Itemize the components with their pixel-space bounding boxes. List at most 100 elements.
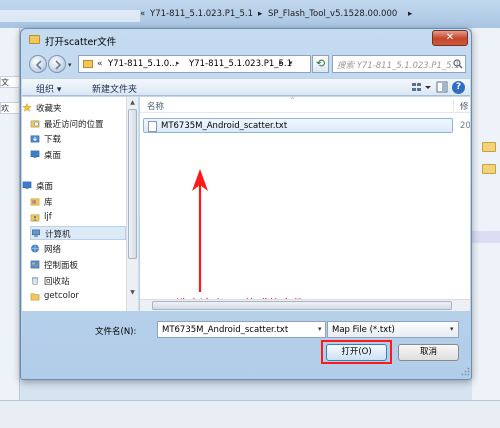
open-scatter-dialog: 打开scatter文件 ✕ ▾ « Y71-811_5.1.0... ▸ Y71… bbox=[20, 28, 472, 380]
horizontal-scroll-thumb[interactable] bbox=[152, 301, 452, 310]
forward-button[interactable] bbox=[48, 55, 66, 73]
nav-item-computer[interactable]: 计算机 bbox=[30, 226, 126, 240]
address-bar[interactable]: « Y71-811_5.1.0... ▸ Y71-811_5.1.023.P1_… bbox=[78, 55, 311, 73]
nav-item-label: 桌面 bbox=[36, 182, 54, 192]
folder-icon bbox=[30, 293, 40, 301]
nav-item-desktop-favorite[interactable]: 桌面 bbox=[30, 148, 134, 162]
cancel-button[interactable]: 取消 bbox=[398, 344, 459, 361]
nav-item-favorites[interactable]: 收藏夹 bbox=[22, 101, 126, 115]
file-list: ^ 名称 修 MT6735M_Android_scatter.txt 20 选中… bbox=[140, 97, 470, 311]
nav-item-network[interactable]: 网络 bbox=[30, 242, 134, 256]
refresh-button[interactable]: ⟲ bbox=[312, 55, 329, 73]
column-divider[interactable] bbox=[453, 99, 454, 112]
background-status-area bbox=[0, 400, 500, 428]
background-tab-1[interactable]: 文 bbox=[0, 76, 20, 88]
new-folder-button[interactable]: 新建文件夹 bbox=[92, 82, 137, 95]
dialog-title: 打开scatter文件 bbox=[45, 37, 117, 48]
control-panel-icon bbox=[30, 260, 40, 269]
address-segment-1[interactable]: Y71-811_5.1.0... bbox=[108, 59, 177, 69]
back-button[interactable] bbox=[29, 55, 47, 73]
background-path-chevron: « bbox=[140, 9, 146, 19]
navigation-pane: 收藏夹 最近访问的位置 下载 桌面 桌面 库 ljf 计算机 网络 控制面板 回… bbox=[22, 97, 139, 311]
nav-item-label: getcolor bbox=[44, 291, 79, 301]
nav-item-downloads[interactable]: 下载 bbox=[30, 132, 134, 146]
network-icon bbox=[31, 244, 39, 253]
nav-item-label: 桌面 bbox=[44, 151, 62, 161]
nav-item-label: 最近访问的位置 bbox=[44, 120, 104, 130]
search-input[interactable]: 搜索 Y71-811_5.1.023.P1_5.1 bbox=[332, 55, 466, 73]
nav-pane-scrollbar[interactable]: ▲ ▼ bbox=[126, 97, 138, 311]
nav-item-label: ljf bbox=[44, 212, 52, 222]
help-button[interactable]: ? bbox=[452, 81, 465, 94]
filetype-select[interactable]: Map File (*.txt) ▾ bbox=[327, 321, 459, 338]
search-icon[interactable] bbox=[453, 59, 463, 69]
address-segment-2[interactable]: Y71-811_5.1.023.P1_5.1 bbox=[189, 59, 292, 69]
nav-item-user-ljf[interactable]: ljf bbox=[30, 211, 134, 225]
address-separator-1[interactable]: ▸ bbox=[176, 59, 180, 67]
file-list-horizontal-scrollbar[interactable] bbox=[140, 299, 470, 311]
column-header-name[interactable]: 名称 bbox=[147, 100, 164, 112]
background-selection-band bbox=[472, 231, 500, 243]
open-button[interactable]: 打开(O) bbox=[326, 344, 387, 361]
search-placeholder: 搜索 Y71-811_5.1.023.P1_5.1 bbox=[337, 61, 460, 71]
background-path-arrow-2: ▸ bbox=[408, 9, 413, 19]
column-header-modified[interactable]: 修 bbox=[460, 100, 469, 112]
nav-item-desktop[interactable]: 桌面 bbox=[22, 179, 126, 193]
address-overflow-chevron[interactable]: « bbox=[97, 59, 103, 69]
filename-input[interactable]: MT6735M_Android_scatter.txt bbox=[157, 321, 326, 338]
preview-pane-icon[interactable] bbox=[436, 81, 448, 94]
nav-item-label: 计算机 bbox=[45, 230, 71, 240]
nav-item-recycle-bin[interactable]: 回收站 bbox=[30, 274, 134, 288]
file-list-header: ^ 名称 修 bbox=[140, 97, 470, 113]
computer-icon bbox=[32, 229, 40, 238]
background-path-arrow-1: ▸ bbox=[258, 9, 263, 19]
filename-value: MT6735M_Android_scatter.txt bbox=[162, 325, 289, 335]
folder-icon bbox=[482, 164, 496, 174]
arrow-right-icon bbox=[55, 60, 62, 70]
nav-item-label: 下载 bbox=[44, 135, 62, 145]
scroll-up-icon[interactable]: ▲ bbox=[127, 97, 138, 108]
background-left-panel: 文 欢 bbox=[0, 28, 20, 428]
organize-button[interactable]: 组织 ▾ bbox=[36, 82, 61, 95]
nav-pane-scroll-thumb[interactable] bbox=[128, 109, 137, 259]
resize-grip-icon[interactable] bbox=[461, 367, 470, 376]
star-icon bbox=[22, 103, 32, 112]
filetype-value: Map File (*.txt) bbox=[332, 325, 395, 335]
nav-item-label: 收藏夹 bbox=[36, 104, 62, 114]
text-file-icon bbox=[148, 121, 157, 132]
address-separator-2[interactable]: ▸ bbox=[279, 59, 283, 67]
nav-item-getcolor[interactable]: getcolor bbox=[30, 290, 134, 304]
dialog-folder-icon bbox=[29, 35, 40, 44]
filename-history-dropdown-icon[interactable]: ▾ bbox=[318, 325, 322, 333]
file-modified-date: 20 bbox=[460, 121, 470, 131]
download-icon bbox=[30, 135, 40, 143]
background-path-segment-2[interactable]: SP_Flash_Tool_v5.1528.00.000 bbox=[268, 9, 397, 19]
sort-ascending-icon: ^ bbox=[290, 97, 296, 104]
nav-item-label: 库 bbox=[44, 198, 53, 208]
desktop-icon bbox=[22, 181, 32, 190]
desktop-icon bbox=[30, 150, 40, 159]
nav-item-recent-places[interactable]: 最近访问的位置 bbox=[30, 117, 134, 131]
nav-item-label: 回收站 bbox=[44, 277, 70, 287]
recent-places-icon bbox=[30, 120, 40, 128]
folder-icon bbox=[83, 60, 93, 68]
file-row-scatter[interactable]: MT6735M_Android_scatter.txt bbox=[143, 118, 453, 133]
file-name: MT6735M_Android_scatter.txt bbox=[161, 121, 288, 131]
view-options-icon[interactable] bbox=[409, 81, 433, 94]
annotation-arrow-icon bbox=[192, 169, 208, 292]
close-button[interactable]: ✕ bbox=[432, 30, 468, 46]
chevron-down-icon: ▾ bbox=[450, 325, 454, 333]
history-dropdown-icon[interactable]: ▾ bbox=[68, 61, 72, 69]
nav-item-library[interactable]: 库 bbox=[30, 195, 134, 209]
folder-icon bbox=[482, 142, 496, 152]
scroll-down-icon[interactable]: ▼ bbox=[127, 287, 138, 298]
recycle-bin-icon bbox=[31, 277, 39, 285]
address-dropdown-icon[interactable]: ▾ bbox=[289, 59, 293, 67]
nav-item-control-panel[interactable]: 控制面板 bbox=[30, 258, 134, 272]
background-path-segment-1[interactable]: Y71-811_5.1.023.P1_5.1 bbox=[150, 9, 253, 19]
filename-label: 文件名(N): bbox=[95, 327, 137, 337]
arrow-left-icon bbox=[35, 60, 42, 70]
background-tab-2[interactable]: 欢 bbox=[0, 102, 20, 114]
background-right-panel bbox=[472, 28, 500, 428]
nav-item-label: 控制面板 bbox=[44, 261, 79, 271]
